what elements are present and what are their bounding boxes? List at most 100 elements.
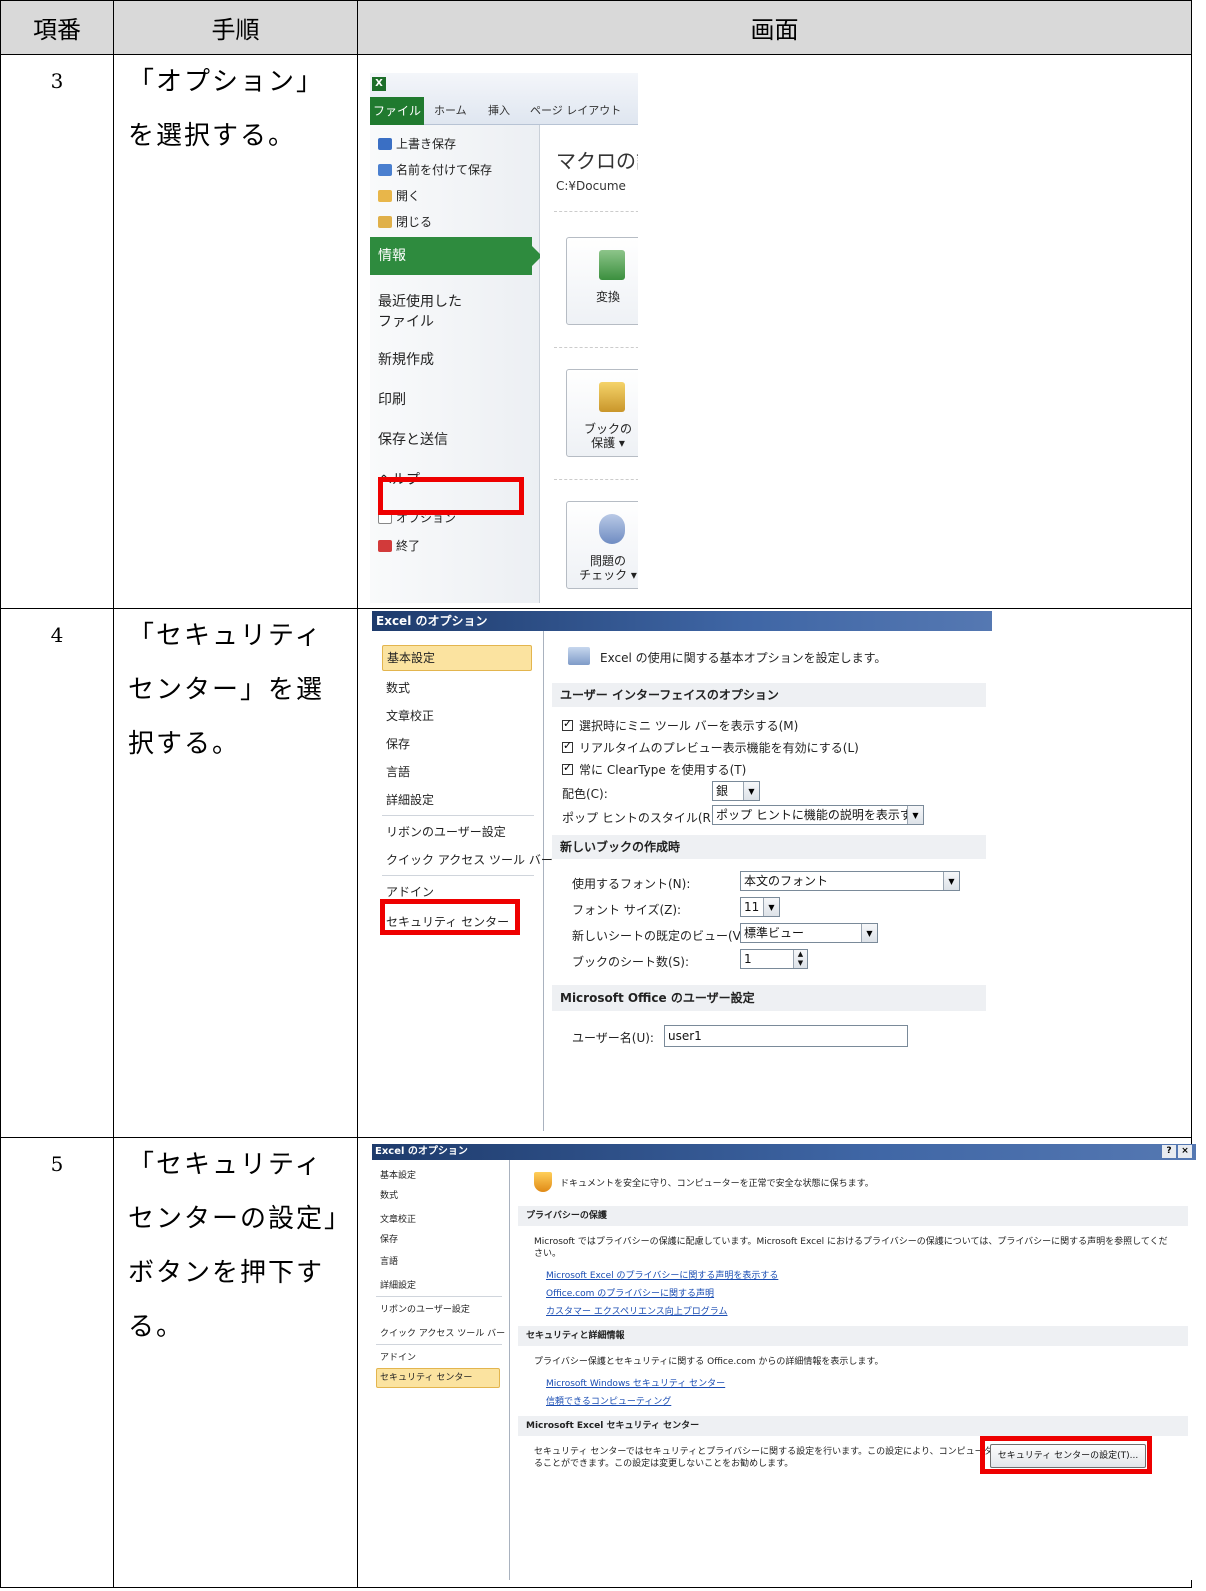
close-button[interactable]: × [1178, 1145, 1192, 1158]
popup-style-label: ポップ ヒントのスタイル(R): [562, 811, 720, 825]
nav-language[interactable]: 言語 [386, 763, 410, 780]
color-scheme-select[interactable]: 銀 ▼ [712, 781, 760, 801]
nav-quick-access[interactable]: クイック アクセス ツール バー [380, 1326, 505, 1339]
nav-quick-access[interactable]: クイック アクセス ツール バー [386, 851, 553, 868]
nav-formulas[interactable]: 数式 [386, 679, 410, 696]
menu-close[interactable]: 閉じる [378, 213, 432, 230]
link-privacy-statement[interactable]: Microsoft Excel のプライバシーに関する声明を表示する [546, 1268, 778, 1281]
username-label: ユーザー名(U): [572, 1031, 654, 1045]
nav-language[interactable]: 言語 [380, 1254, 398, 1267]
protect-workbook-button[interactable]: ブックの 保護 ▾ [566, 369, 638, 457]
security-text: プライバシー保護とセキュリティに関する Office.com からの詳細情報を表… [534, 1357, 884, 1367]
header-screen: 画面 [357, 0, 1192, 55]
nav-proofing[interactable]: 文章校正 [380, 1212, 416, 1225]
section-new-workbook: 新しいブックの作成時 [552, 835, 986, 859]
dialog-title: Excel のオプション ? × [372, 1144, 1196, 1160]
checkbox-icon [562, 717, 573, 731]
spinner-arrows-icon: ▲ ▼ [793, 950, 807, 968]
tab-home[interactable]: ホーム [434, 97, 467, 125]
link-ceip[interactable]: カスタマー エクスペリエンス向上プログラム [546, 1304, 728, 1317]
default-view-select[interactable]: 標準ビュー ▼ [740, 923, 878, 943]
section-privacy: プライバシーの保護 [518, 1206, 1188, 1226]
row-step: 「セキュリティセンターの設定」ボタンを押下する。 [113, 1137, 358, 1588]
font-size-select[interactable]: 11 ▼ [740, 897, 780, 917]
folder-close-icon [378, 216, 392, 228]
nav-separator [376, 1296, 502, 1297]
tab-file[interactable]: ファイル [370, 97, 424, 125]
menu-open[interactable]: 開く [378, 187, 420, 204]
section-security: セキュリティと詳細情報 [518, 1326, 1188, 1346]
trust-text: ることができます。この設定は変更しないことをお勧めします。 [534, 1459, 794, 1469]
menu-save-send[interactable]: 保存と送信 [378, 429, 448, 449]
nav-advanced[interactable]: 詳細設定 [380, 1278, 416, 1291]
tab-insert[interactable]: 挿入 [488, 97, 510, 125]
color-scheme-label: 配色(C): [562, 787, 608, 801]
save-icon [378, 138, 392, 150]
font-size-label: フォント サイズ(Z): [572, 903, 682, 917]
dialog-title: Excel のオプション [372, 611, 992, 631]
menu-save[interactable]: 上書き保存 [378, 135, 456, 152]
nav-general[interactable]: 基本設定 [380, 1168, 416, 1181]
menu-print[interactable]: 印刷 [378, 389, 406, 409]
menu-recent[interactable]: 最近使用した ファイル [378, 291, 462, 331]
chevron-down-icon: ▼ [763, 898, 779, 916]
menu-exit[interactable]: 終了 [378, 537, 420, 554]
privacy-text: Microsoft ではプライバシーの保護に配慮しています。Microsoft … [534, 1237, 1168, 1247]
highlight-trust-center [380, 899, 520, 935]
menu-new[interactable]: 新規作成 [378, 349, 434, 369]
nav-addins[interactable]: アドイン [380, 1350, 416, 1363]
nav-trust-center[interactable]: セキュリティ センター [376, 1368, 500, 1388]
popup-style-select[interactable]: ポップ ヒントに機能の説明を表示する ▼ [712, 805, 924, 825]
cleartype-checkbox[interactable]: 常に ClearType を使用する(T) [562, 761, 746, 778]
nav-separator [376, 1344, 502, 1345]
save-as-icon [378, 164, 392, 176]
row-step: 「セキュリティセンター」を選択する。 [113, 608, 358, 1138]
nav-save[interactable]: 保存 [386, 735, 410, 752]
options-icon [568, 647, 590, 665]
menu-save-as[interactable]: 名前を付けて保存 [378, 161, 492, 178]
backstage-menu: 上書き保存 名前を付けて保存 開く 閉じる 情報 最近使用した ファイル 新規作成… [370, 125, 542, 603]
screen-options-general: Excel のオプション 基本設定 数式 文章校正 保存 言語 詳細設定 リボン… [357, 608, 1192, 1138]
nav-addins[interactable]: アドイン [386, 883, 434, 900]
convert-button[interactable]: 変換 [566, 237, 638, 325]
content-header: ドキュメントを安全に守り、コンピューターを正常で安全な状態に保ちます。 [560, 1179, 874, 1189]
nav-proofing[interactable]: 文章校正 [386, 707, 434, 724]
divider [554, 211, 638, 212]
row-step: 「オプション」を選択する。 [113, 54, 358, 609]
nav-formulas[interactable]: 数式 [380, 1188, 398, 1201]
font-label: 使用するフォント(N): [572, 877, 691, 891]
sheet-count-label: ブックのシート数(S): [572, 955, 690, 969]
link-windows-security[interactable]: Microsoft Windows セキュリティ センター [546, 1376, 725, 1389]
highlight-options [378, 477, 524, 515]
link-office-privacy[interactable]: Office.com のプライバシーに関する声明 [546, 1286, 714, 1299]
lock-icon [599, 382, 625, 412]
menu-info[interactable]: 情報 [370, 237, 542, 275]
chevron-down-icon: ▼ [907, 806, 923, 824]
nav-customize-ribbon[interactable]: リボンのユーザー設定 [380, 1302, 470, 1315]
tab-page-layout[interactable]: ページ レイアウト [530, 97, 621, 125]
backstage-info-pane: マクロの設 C:¥Docume 変換 ブックの保護 ▾ 問題のチェック ▾ [540, 125, 638, 603]
font-select[interactable]: 本文のフォント ▼ [740, 871, 960, 891]
help-button[interactable]: ? [1162, 1145, 1176, 1158]
nav-customize-ribbon[interactable]: リボンのユーザー設定 [386, 823, 506, 840]
nav-save[interactable]: 保存 [380, 1232, 398, 1245]
excel-icon: X [372, 77, 386, 91]
nav-general[interactable]: 基本設定 [382, 645, 532, 671]
live-preview-checkbox[interactable]: リアルタイムのプレビュー表示機能を有効にする(L) [562, 739, 859, 756]
username-input[interactable]: user1 [664, 1025, 908, 1047]
default-view-label: 新しいシートの既定のビュー(V): [572, 929, 750, 943]
mini-toolbar-checkbox[interactable]: 選択時にミニ ツール バーを表示する(M) [562, 717, 798, 734]
link-trustworthy-computing[interactable]: 信頼できるコンピューティング [546, 1394, 671, 1407]
divider [554, 347, 638, 348]
inspect-icon [599, 514, 625, 544]
check-issues-button[interactable]: 問題の チェック ▾ [566, 501, 638, 589]
exit-icon [378, 540, 392, 552]
checkbox-icon [562, 761, 573, 775]
divider [554, 479, 638, 480]
screen-trust-center: Excel のオプション ? × 基本設定 数式 文章校正 保存 言語 詳細設定… [357, 1137, 1196, 1588]
sheet-count-spinner[interactable]: 1 ▲ ▼ [740, 949, 808, 969]
section-ui: ユーザー インターフェイスのオプション [552, 683, 986, 707]
privacy-text: さい。 [534, 1249, 562, 1259]
nav-advanced[interactable]: 詳細設定 [386, 791, 434, 808]
convert-icon [599, 250, 625, 280]
